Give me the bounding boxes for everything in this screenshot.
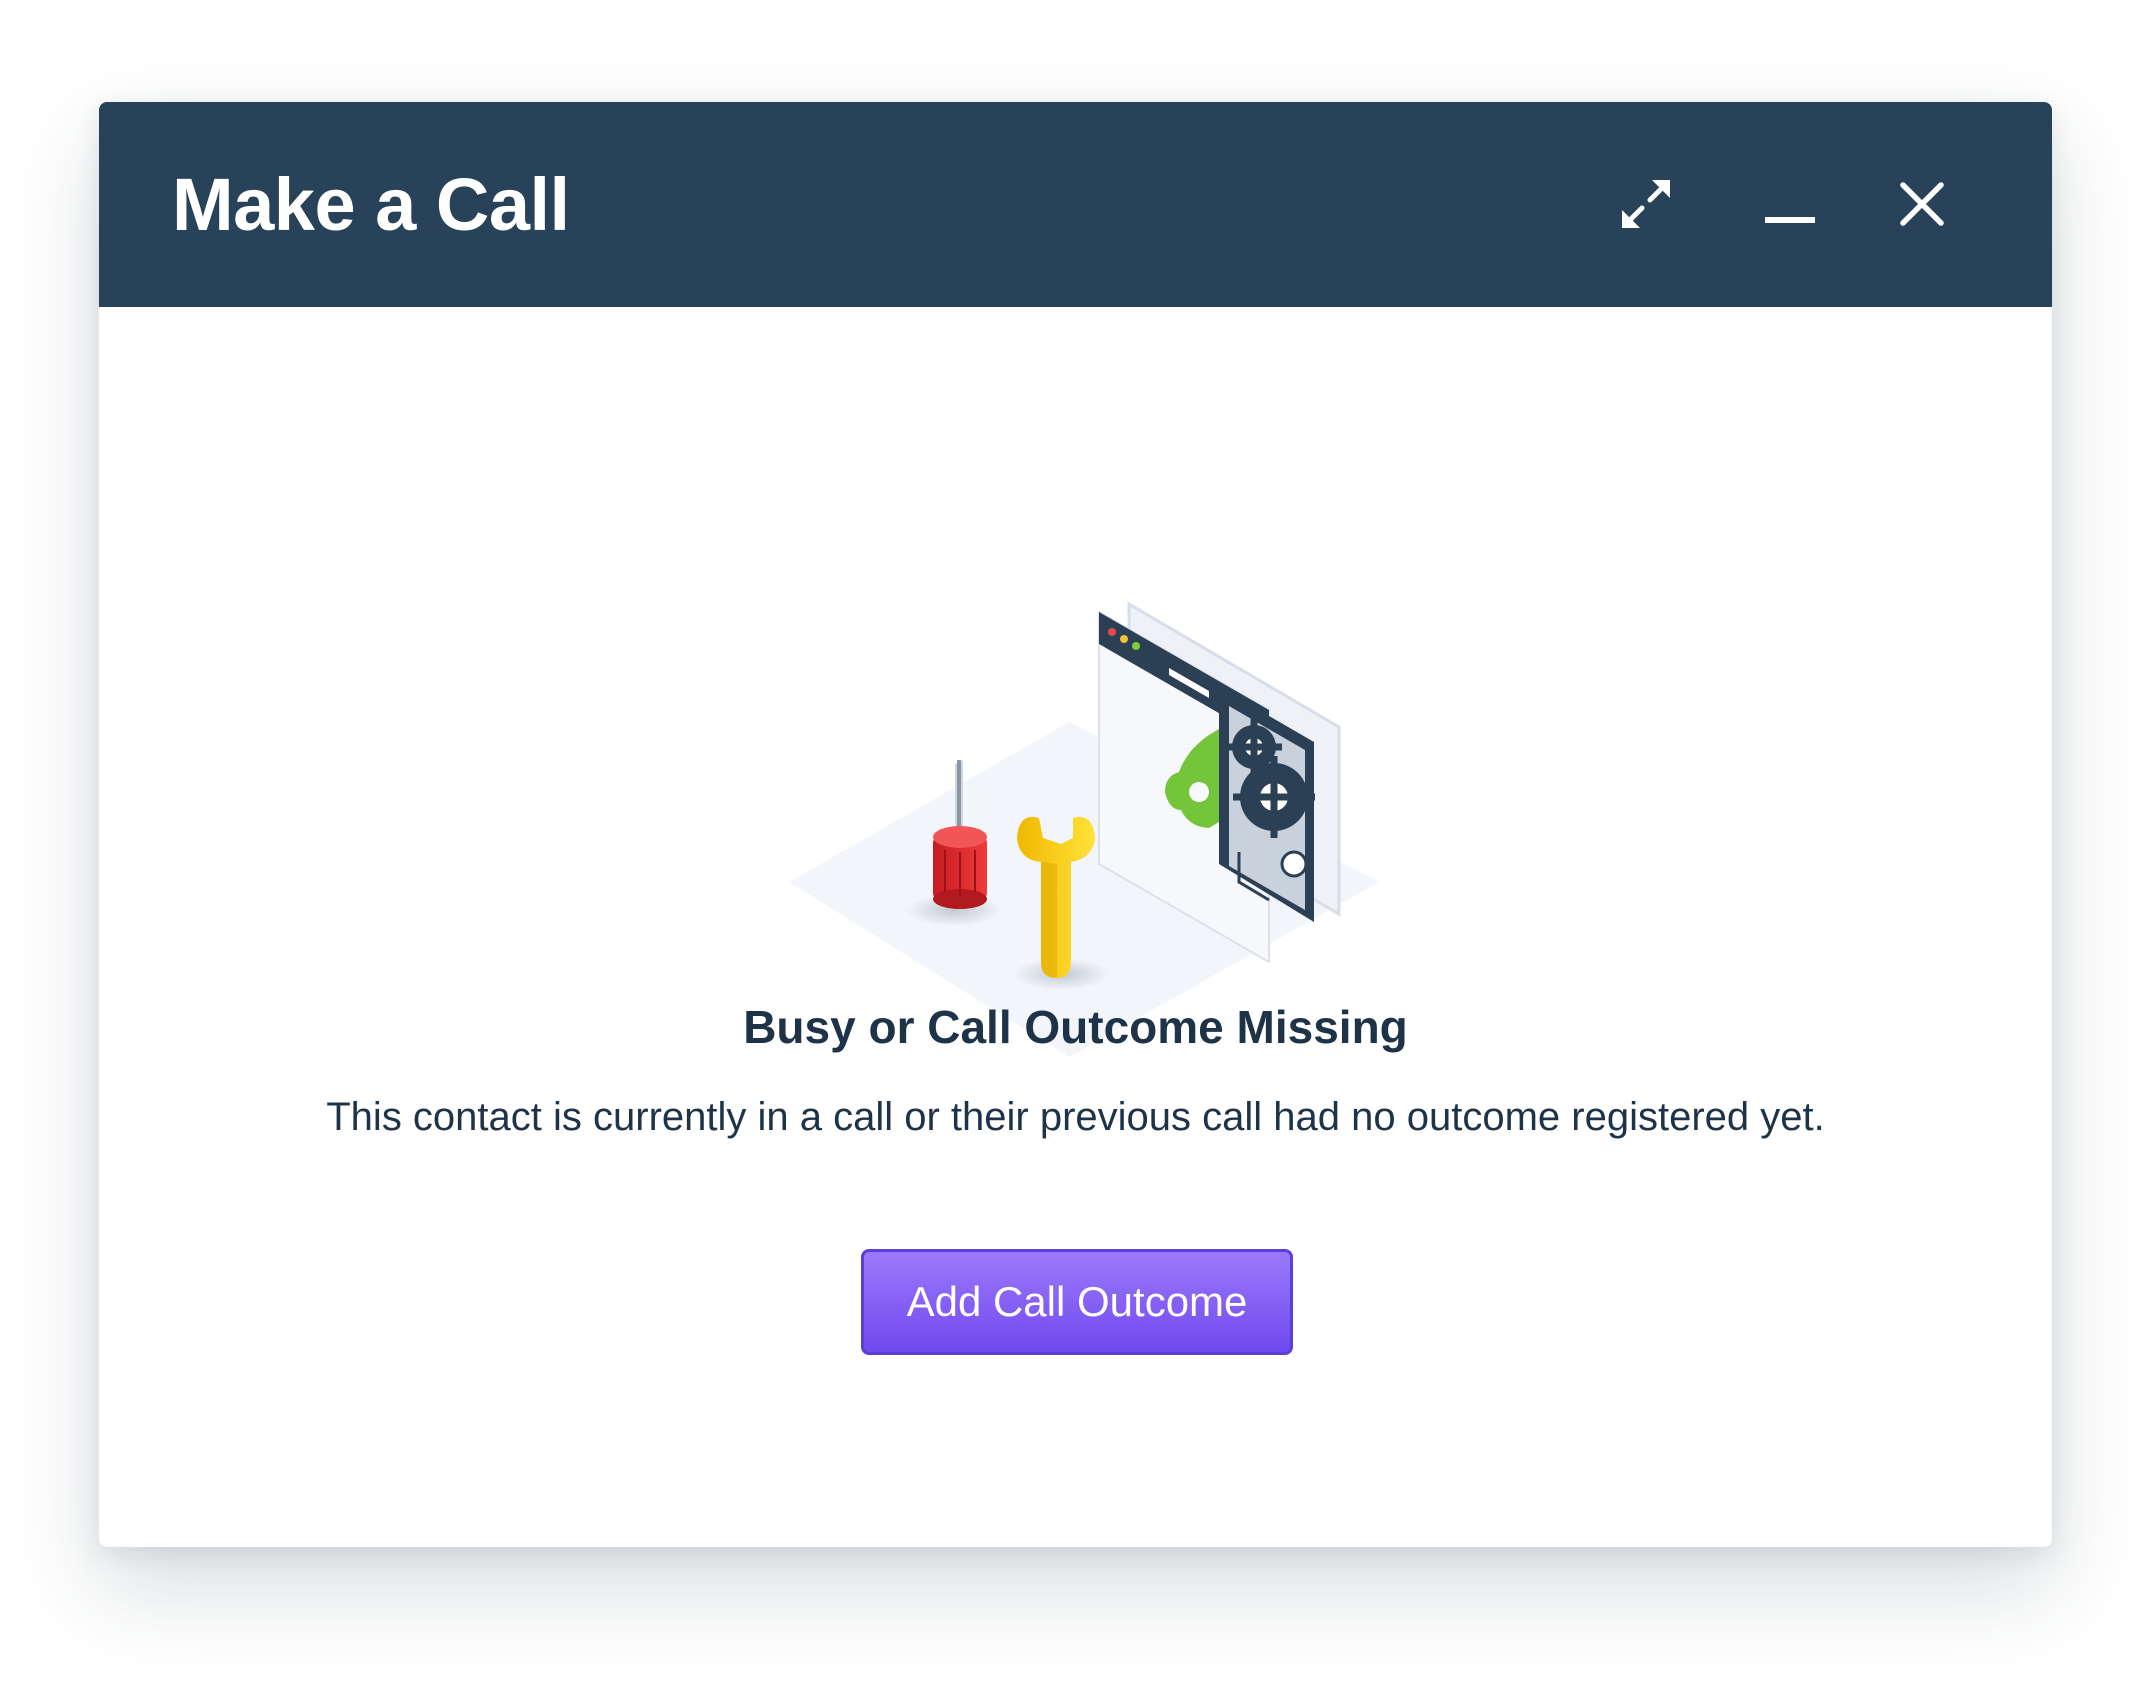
close-button[interactable] [1880, 162, 1964, 246]
dialog-title: Make a Call [172, 163, 570, 246]
minimize-dash-icon [1765, 217, 1815, 223]
close-x-icon [1900, 182, 1944, 226]
expand-button[interactable] [1604, 162, 1688, 246]
make-a-call-dialog: Make a Call Busy or Call Outcome Missing… [99, 102, 2052, 1547]
minimize-button[interactable] [1748, 162, 1832, 246]
expand-arrows-icon [1622, 180, 1670, 228]
empty-state-message: This contact is currently in a call or t… [326, 1095, 1825, 1139]
maintenance-tools-illustration [769, 492, 1389, 1072]
empty-state-heading: Busy or Call Outcome Missing [743, 1001, 1408, 1053]
dialog-header: Make a Call [99, 102, 2052, 307]
add-call-outcome-button[interactable]: Add Call Outcome [861, 1249, 1293, 1355]
